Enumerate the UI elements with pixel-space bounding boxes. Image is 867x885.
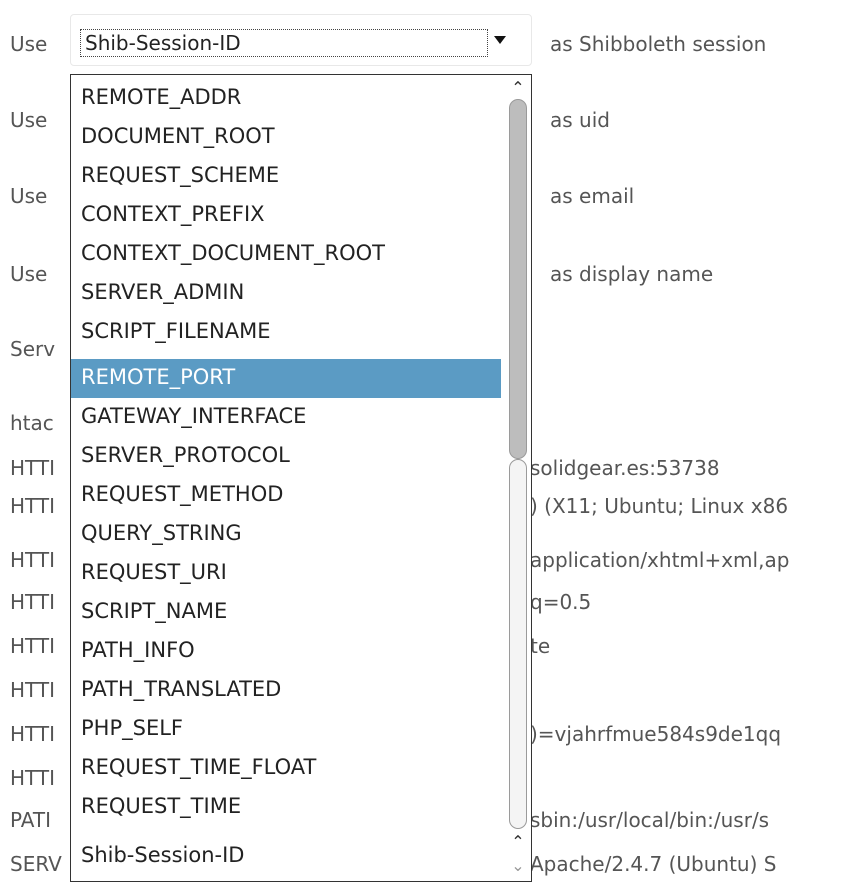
dropdown-option-path-info[interactable]: PATH_INFO — [71, 632, 501, 671]
use-label-display-name: Use — [10, 262, 48, 286]
dropdown-option-server-admin[interactable]: SERVER_ADMIN — [71, 274, 501, 313]
bg-row-value: )=vjahrfmue584s9de1qq — [530, 722, 782, 746]
bg-row-value: solidgear.es:53738 — [530, 456, 720, 480]
dropdown-option-request-time-float[interactable]: REQUEST_TIME_FLOAT — [71, 749, 501, 788]
bg-row-value: ) (X11; Ubuntu; Linux x86 — [530, 494, 789, 518]
server-section-label: Serv — [10, 337, 56, 361]
bg-row-value: te — [530, 634, 551, 658]
dropdown-option-script-filename[interactable]: SCRIPT_FILENAME — [71, 313, 501, 352]
chevron-up-icon[interactable]: ⌃ — [505, 77, 531, 99]
scrollbar-thumb[interactable] — [509, 459, 527, 829]
bg-row-value: application/xhtml+xml,ap — [530, 548, 790, 572]
dropdown-option-document-root[interactable]: DOCUMENT_ROOT — [71, 118, 501, 157]
scrollbar-track-fill — [509, 99, 527, 459]
bg-row-label: HTTI — [10, 456, 56, 480]
dropdown-option-shib-session-id[interactable]: Shib-Session-ID — [71, 837, 501, 876]
dropdown-scrollbar[interactable]: ⌃ ⌃ ⌄ — [505, 77, 531, 879]
dropdown-option-context-prefix[interactable]: CONTEXT_PREFIX — [71, 196, 501, 235]
dropdown-option-request-uri[interactable]: REQUEST_URI — [71, 554, 501, 593]
dropdown-option-context-document-root[interactable]: CONTEXT_DOCUMENT_ROOT — [71, 235, 501, 274]
bg-row-value: Apache/2.4.7 (Ubuntu) S — [530, 852, 777, 876]
dropdown-option-path-translated[interactable]: PATH_TRANSLATED — [71, 671, 501, 710]
bg-row-value: q=0.5 — [530, 590, 592, 614]
bg-row-label: HTTI — [10, 722, 56, 746]
suffix-session: as Shibboleth session — [550, 32, 767, 56]
dropdown-option-request-time[interactable]: REQUEST_TIME — [71, 788, 501, 827]
dropdown-option-php-self[interactable]: PHP_SELF — [71, 710, 501, 749]
suffix-email: as email — [550, 184, 635, 208]
dropdown-option-request-scheme[interactable]: REQUEST_SCHEME — [71, 157, 501, 196]
chevron-down-icon[interactable]: ⌄ — [505, 855, 531, 877]
bg-row-label: HTTI — [10, 590, 56, 614]
dropdown-option-gateway-interface[interactable]: GATEWAY_INTERFACE — [71, 398, 501, 437]
use-label-uid: Use — [10, 108, 48, 132]
scrollbar-track[interactable] — [509, 99, 527, 829]
bg-row-value: sbin:/usr/local/bin:/usr/s — [530, 808, 770, 832]
dropdown-option-script-name[interactable]: SCRIPT_NAME — [71, 593, 501, 632]
chevron-up-icon[interactable]: ⌃ — [505, 831, 531, 853]
dropdown-option-remote-port[interactable]: REMOTE_PORT — [71, 359, 501, 398]
use-label-email: Use — [10, 184, 48, 208]
bg-row-label: HTTI — [10, 548, 56, 572]
session-dropdown-list: REMOTE_ADDR DOCUMENT_ROOT REQUEST_SCHEME… — [70, 74, 532, 882]
bg-row-label: HTTI — [10, 494, 56, 518]
bg-row-label: PATI — [10, 808, 52, 832]
chevron-down-icon[interactable] — [494, 36, 506, 44]
bg-row-label: HTTI — [10, 766, 56, 790]
suffix-uid: as uid — [550, 108, 610, 132]
dropdown-option-remote-addr[interactable]: REMOTE_ADDR — [71, 79, 501, 118]
suffix-display-name: as display name — [550, 262, 714, 286]
bg-row-label: HTTI — [10, 678, 56, 702]
session-select-value[interactable]: Shib-Session-ID — [80, 29, 488, 57]
dropdown-option-server-protocol[interactable]: SERVER_PROTOCOL — [71, 437, 501, 476]
dropdown-option-query-string[interactable]: QUERY_STRING — [71, 515, 501, 554]
bg-row-label: HTTI — [10, 634, 56, 658]
dropdown-option-request-method[interactable]: REQUEST_METHOD — [71, 476, 501, 515]
bg-row-label: htac — [10, 411, 54, 435]
bg-row-label: SERV — [10, 852, 62, 876]
use-label-session: Use — [10, 32, 48, 56]
